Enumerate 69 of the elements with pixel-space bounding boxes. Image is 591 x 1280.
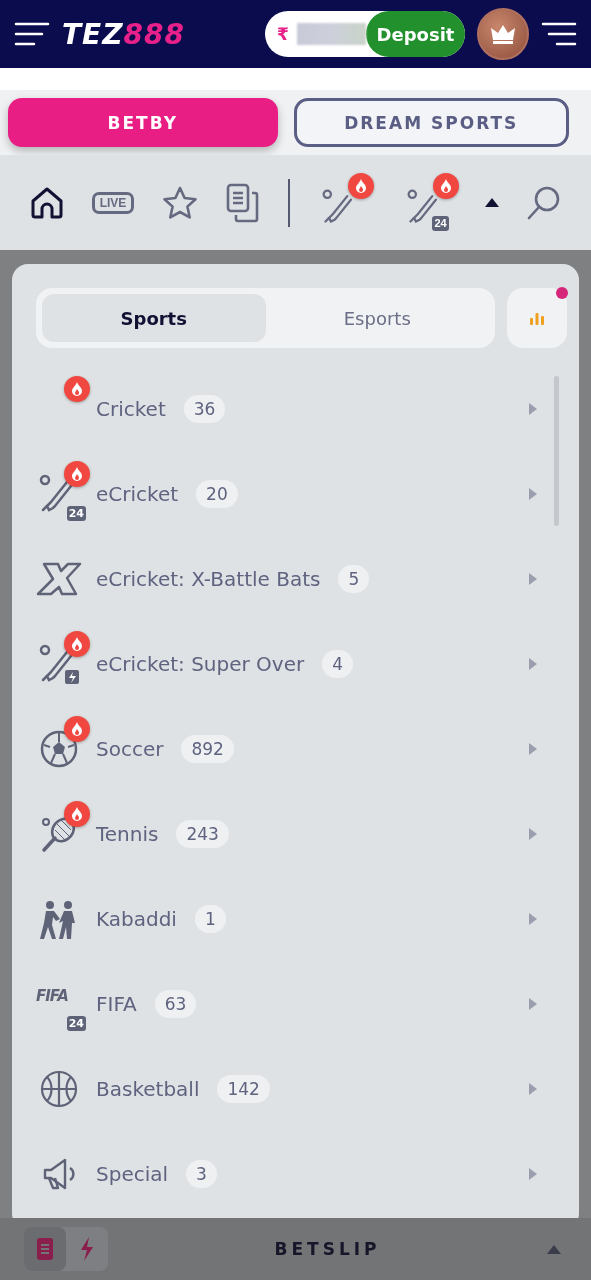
sport-item[interactable]: Basketball 142: [36, 1046, 537, 1131]
basketball-icon: [39, 1068, 79, 1109]
sport-name: eCricket: Super Over: [96, 651, 305, 676]
deposit-button[interactable]: Deposit: [366, 11, 465, 57]
sport-item[interactable]: 24 eCricket 20: [36, 451, 537, 536]
balance-blur: [296, 23, 367, 45]
sport-item[interactable]: FIFA 24 FIFA 63: [36, 961, 537, 1046]
sport-name: Cricket: [96, 396, 166, 421]
sport-item[interactable]: Tennis 243: [36, 791, 537, 876]
sport-name: Kabaddi: [96, 906, 177, 931]
sport-name: Tennis: [96, 821, 159, 846]
menu-icon[interactable]: [541, 21, 577, 47]
document-icon: [37, 1238, 53, 1260]
sport-item[interactable]: eCricket: Super Over 4: [36, 621, 537, 706]
sport-item[interactable]: Soccer 892: [36, 706, 537, 791]
chevron-icon: [528, 1082, 537, 1095]
event-count: 4: [322, 649, 354, 678]
stats-button[interactable]: [507, 288, 567, 348]
betslip-bar[interactable]: BETSLIP: [0, 1218, 591, 1280]
sport-name: eCricket: X-Battle Bats: [96, 566, 321, 591]
tab[interactable]: Sports: [42, 294, 266, 342]
chevron-icon: [528, 912, 537, 925]
event-count: 3: [186, 1159, 217, 1188]
chevron-icon: [528, 402, 537, 415]
live-button[interactable]: LIVE: [91, 191, 135, 214]
sport-item[interactable]: Kabaddi 1: [36, 876, 537, 961]
chevron-icon: [528, 827, 537, 840]
sport-item[interactable]: Cricket 36: [36, 366, 537, 451]
chevron-icon: [528, 572, 537, 585]
event-count: 20: [196, 479, 238, 508]
ecricket-button[interactable]: 24: [400, 172, 459, 233]
icon-badge: 24: [66, 1015, 86, 1031]
event-count: 1: [194, 904, 226, 933]
provider-tab[interactable]: BETBY: [8, 98, 278, 147]
logo: TEZ888: [62, 17, 185, 51]
currency-symbol: ₹: [277, 24, 289, 44]
chevron-icon: [528, 657, 537, 670]
chevron-icon: [528, 1167, 537, 1180]
favorites-button[interactable]: [160, 184, 199, 221]
provider-tab[interactable]: DREAM SPORTS: [293, 98, 569, 147]
sport-item[interactable]: Special 3: [36, 1131, 537, 1216]
search-button[interactable]: [525, 184, 562, 221]
caret-icon[interactable]: [485, 198, 500, 207]
sport-name: Special: [96, 1161, 169, 1186]
avatar[interactable]: [477, 8, 529, 60]
event-count: 36: [183, 394, 226, 423]
menu-icon[interactable]: [14, 21, 50, 47]
event-count: 142: [217, 1074, 270, 1103]
event-count: 63: [154, 989, 197, 1018]
chevron-icon: [528, 742, 537, 755]
fifa-label: FIFA: [36, 986, 68, 1005]
tab[interactable]: Esports: [265, 294, 489, 342]
sport-name: Basketball: [96, 1076, 200, 1101]
sport-name: FIFA: [96, 991, 137, 1016]
icon-badge: 24: [432, 215, 449, 231]
x-icon: [36, 561, 82, 596]
chevron-icon: [528, 997, 537, 1010]
event-count: 5: [338, 564, 370, 593]
sport-name: Soccer: [96, 736, 164, 761]
sport-name: eCricket: [96, 481, 179, 506]
betslip-title: BETSLIP: [274, 1239, 381, 1259]
event-count: 892: [181, 734, 234, 763]
chevron-icon: [528, 487, 537, 500]
lightning-icon: [80, 1237, 94, 1261]
icon-badge: 24: [66, 505, 86, 521]
soccer-ball-icon: [39, 728, 79, 769]
sport-item[interactable]: eCricket: X-Battle Bats 5: [36, 536, 537, 621]
bar-chart-icon: [529, 310, 545, 326]
event-count: 243: [176, 819, 229, 848]
